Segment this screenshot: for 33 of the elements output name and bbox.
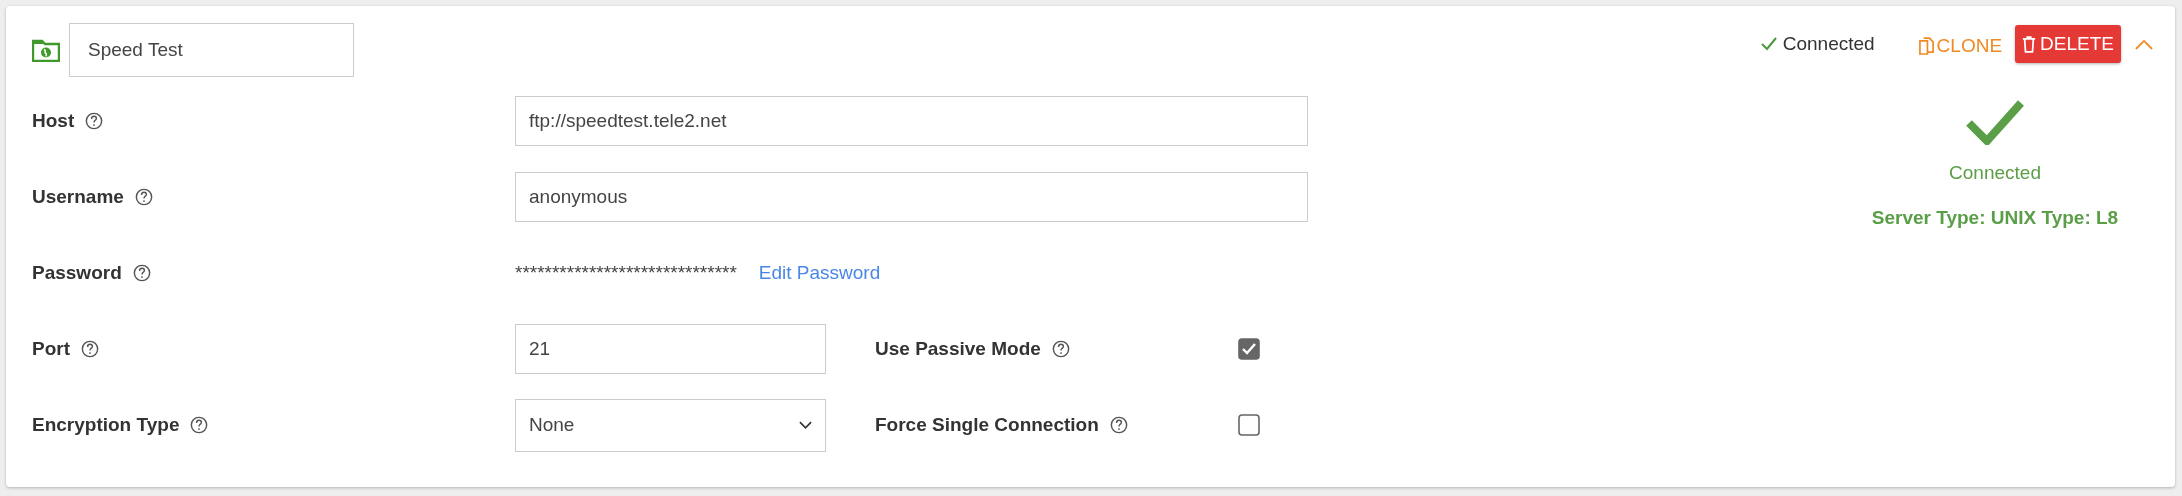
help-icon[interactable] <box>1109 416 1128 434</box>
masked-password: ****************************** <box>515 262 737 284</box>
copy-icon <box>1918 36 1934 56</box>
check-icon <box>1760 37 1777 51</box>
help-icon[interactable] <box>81 340 99 358</box>
port-field[interactable]: 21 <box>515 324 826 374</box>
server-type-text: Server Type: UNIX Type: L8 <box>1871 207 2119 229</box>
connection-status: Connected <box>1949 162 2041 184</box>
text-field[interactable]: anonymous <box>515 172 1308 222</box>
select-field[interactable]: None <box>515 398 826 452</box>
option-label: Use Passive Mode <box>875 338 1041 360</box>
help-icon[interactable] <box>190 416 209 434</box>
help-icon[interactable] <box>85 112 104 130</box>
checkbox[interactable] <box>1238 414 1260 436</box>
delete-button[interactable]: DELETE <box>2015 25 2121 63</box>
folder-globe-icon <box>32 38 60 62</box>
field-label: Port <box>32 338 70 360</box>
help-icon[interactable] <box>134 188 153 206</box>
caret-icon <box>799 421 812 429</box>
field-label: Password <box>32 262 122 284</box>
status-text: Connected <box>1782 33 1875 55</box>
trash-icon <box>2022 35 2037 53</box>
edit-password-link[interactable]: Edit Password <box>758 262 881 284</box>
field-label: Username <box>32 186 124 208</box>
help-icon[interactable] <box>132 264 151 282</box>
field-label: Encryption Type <box>32 414 180 436</box>
check-icon <box>1965 99 2025 145</box>
text-field[interactable]: ftp://speedtest.tele2.net <box>515 96 1308 146</box>
field-label: Host <box>32 110 75 132</box>
help-icon[interactable] <box>1051 340 1070 358</box>
name-field[interactable]: Speed Test <box>69 23 354 77</box>
checkbox[interactable] <box>1238 338 1260 360</box>
option-label: Force Single Connection <box>875 414 1099 436</box>
